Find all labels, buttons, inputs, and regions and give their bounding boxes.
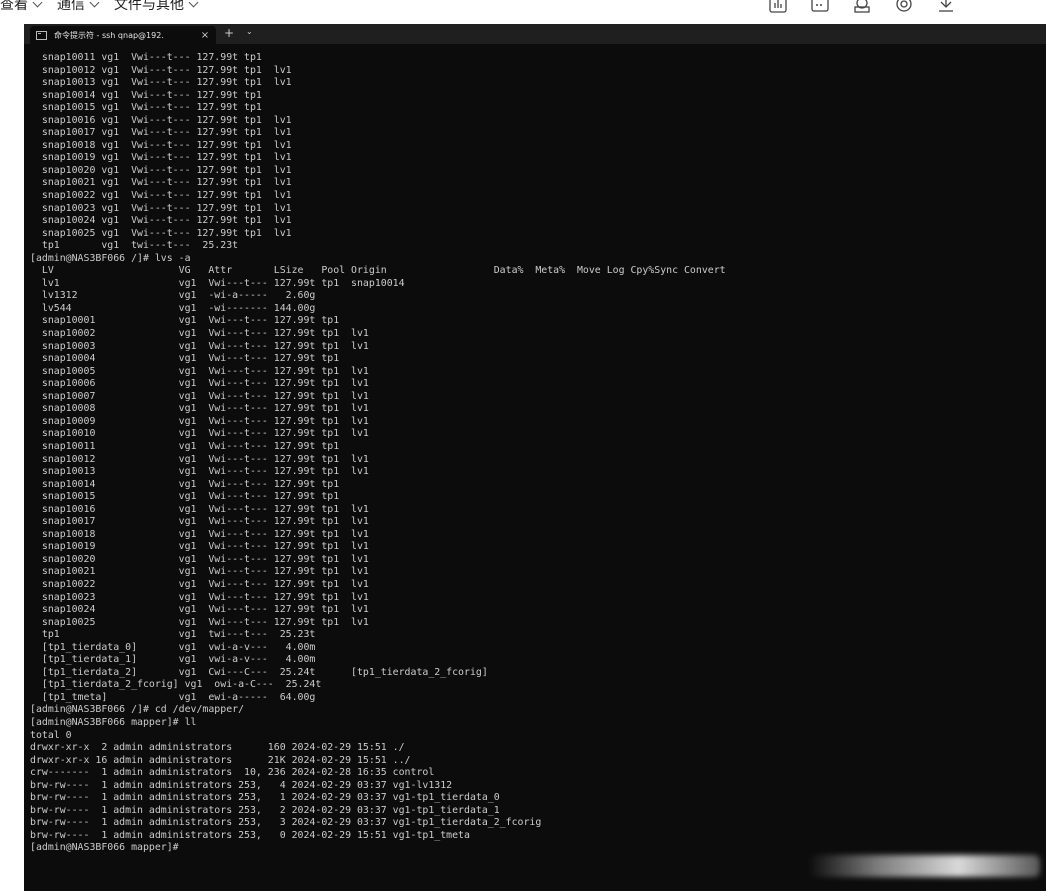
terminal-output[interactable]: snap10011 vg1 Vwi---t--- 127.99t tp1 sna… <box>30 52 1042 855</box>
terminal-line: snap10024 vg1 Vwi---t--- 127.99t tp1 lv1 <box>30 604 369 616</box>
terminal-line: snap10017 vg1 Vwi---t--- 127.99t tp1 lv1 <box>30 516 369 528</box>
menu-item-label: 文件与其他 <box>114 0 184 13</box>
terminal-line: total 0 <box>30 729 72 741</box>
terminal-line: [tp1_tmeta] vg1 ewi-a----- 64.00g <box>30 691 316 703</box>
terminal-line: snap10012 vg1 Vwi---t--- 127.99t tp1 lv1 <box>30 64 292 76</box>
terminal-line: snap10020 vg1 Vwi---t--- 127.99t tp1 lv1 <box>30 164 292 176</box>
terminal-line: snap10015 vg1 Vwi---t--- 127.99t tp1 <box>30 102 262 114</box>
chevron-down-icon <box>32 0 43 7</box>
terminal-line: snap10025 vg1 Vwi---t--- 127.99t tp1 lv1 <box>30 227 292 239</box>
terminal-line: snap10009 vg1 Vwi---t--- 127.99t tp1 lv1 <box>30 415 369 427</box>
terminal-line: snap10010 vg1 Vwi---t--- 127.99t tp1 lv1 <box>30 428 369 440</box>
user-icon[interactable] <box>852 0 872 14</box>
terminal-line: drwxr-xr-x 2 admin administrators 160 20… <box>30 742 405 754</box>
terminal-line: [tp1_tierdata_2] vg1 Cwi---C--- 25.24t [… <box>30 666 488 678</box>
terminal-icon <box>36 30 47 40</box>
menu-item-label: 查看 <box>0 0 28 13</box>
terminal-line: snap10018 vg1 Vwi---t--- 127.99t tp1 lv1 <box>30 528 369 540</box>
terminal-line: snap10018 vg1 Vwi---t--- 127.99t tp1 lv1 <box>30 139 292 151</box>
chevron-down-icon <box>188 0 199 7</box>
terminal-line: snap10013 vg1 Vwi---t--- 127.99t tp1 lv1 <box>30 77 292 89</box>
terminal-icon[interactable] <box>810 0 830 14</box>
terminal-line: [admin@NAS3BF066 mapper]# <box>30 842 179 854</box>
terminal-line: [admin@NAS3BF066 mapper]# ll <box>30 716 197 728</box>
terminal-line: lv1312 vg1 -wi-a----- 2.60g <box>30 290 316 302</box>
terminal-line: snap10024 vg1 Vwi---t--- 127.99t tp1 lv1 <box>30 215 292 227</box>
menu-item-files-and-more[interactable]: 文件与其他 <box>114 0 199 14</box>
terminal-line: LV VG Attr LSize Pool Origin Data% Meta%… <box>30 265 726 277</box>
chevron-down-icon[interactable]: ⌄ <box>246 27 253 36</box>
terminal-line: snap10012 vg1 Vwi---t--- 127.99t tp1 lv1 <box>30 453 369 465</box>
chart-icon[interactable] <box>768 0 788 14</box>
terminal-line: snap10022 vg1 Vwi---t--- 127.99t tp1 lv1 <box>30 578 369 590</box>
close-icon[interactable]: × <box>198 30 212 41</box>
terminal-line: snap10001 vg1 Vwi---t--- 127.99t tp1 <box>30 315 340 327</box>
terminal-line: snap10019 vg1 Vwi---t--- 127.99t tp1 lv1 <box>30 541 369 553</box>
redacted-watermark <box>808 855 1040 877</box>
terminal-line: snap10007 vg1 Vwi---t--- 127.99t tp1 lv1 <box>30 390 369 402</box>
menu: 查看 通信 文件与其他 <box>0 0 199 14</box>
terminal-window[interactable]: 命令提示符 - ssh qnap@192. × + ⌄ snap10011 vg… <box>24 24 1046 891</box>
chevron-down-icon <box>89 0 100 7</box>
tab-title: 命令提示符 - ssh qnap@192. <box>54 30 164 40</box>
terminal-line: snap10015 vg1 Vwi---t--- 127.99t tp1 <box>30 491 340 503</box>
terminal-line: snap10023 vg1 Vwi---t--- 127.99t tp1 lv1 <box>30 591 369 603</box>
terminal-line: snap10022 vg1 Vwi---t--- 127.99t tp1 lv1 <box>30 190 292 202</box>
terminal-line: snap10025 vg1 Vwi---t--- 127.99t tp1 lv1 <box>30 616 369 628</box>
terminal-line: snap10021 vg1 Vwi---t--- 127.99t tp1 lv1 <box>30 566 369 578</box>
terminal-line: snap10002 vg1 Vwi---t--- 127.99t tp1 lv1 <box>30 328 369 340</box>
terminal-line: brw-rw---- 1 admin administrators 253, 3… <box>30 817 542 829</box>
terminal-line: drwxr-xr-x 16 admin administrators 21K 2… <box>30 754 411 766</box>
terminal-line: snap10016 vg1 Vwi---t--- 127.99t tp1 lv1 <box>30 114 292 126</box>
terminal-line: snap10017 vg1 Vwi---t--- 127.99t tp1 lv1 <box>30 127 292 139</box>
download-icon[interactable] <box>936 0 956 14</box>
terminal-line: [tp1_tierdata_0] vg1 vwi-a-v--- 4.00m <box>30 641 316 653</box>
terminal-line: snap10014 vg1 Vwi---t--- 127.99t tp1 <box>30 478 340 490</box>
terminal-line: snap10023 vg1 Vwi---t--- 127.99t tp1 lv1 <box>30 202 292 214</box>
terminal-line: [tp1_tierdata_1] vg1 vwi-a-v--- 4.00m <box>30 654 316 666</box>
sync-icon[interactable] <box>894 0 914 14</box>
terminal-line: lv1 vg1 Vwi---t--- 127.99t tp1 snap10014 <box>30 277 405 289</box>
terminal-line: [admin@NAS3BF066 /]# cd /dev/mapper/ <box>30 704 245 716</box>
tab-ssh-session[interactable]: 命令提示符 - ssh qnap@192. × <box>30 26 216 44</box>
terminal-line: crw------- 1 admin administrators 10, 23… <box>30 767 435 779</box>
terminal-line: snap10011 vg1 Vwi---t--- 127.99t tp1 <box>30 52 262 63</box>
terminal-line: [tp1_tierdata_2_fcorig] vg1 owi-a-C--- 2… <box>30 679 322 691</box>
new-tab-button[interactable]: + <box>224 26 234 40</box>
terminal-line: snap10004 vg1 Vwi---t--- 127.99t tp1 <box>30 353 340 365</box>
terminal-line: brw-rw---- 1 admin administrators 253, 2… <box>30 804 500 816</box>
terminal-line: brw-rw---- 1 admin administrators 253, 0… <box>30 829 470 841</box>
tab-bar: 命令提示符 - ssh qnap@192. × + ⌄ <box>24 24 1046 44</box>
terminal-line: snap10016 vg1 Vwi---t--- 127.99t tp1 lv1 <box>30 503 369 515</box>
terminal-line: snap10020 vg1 Vwi---t--- 127.99t tp1 lv1 <box>30 553 369 565</box>
menu-item-communication[interactable]: 通信 <box>57 0 100 14</box>
terminal-line: snap10005 vg1 Vwi---t--- 127.99t tp1 lv1 <box>30 365 369 377</box>
terminal-line: tp1 vg1 twi---t--- 25.23t <box>30 240 239 252</box>
terminal-line: [admin@NAS3BF066 /]# lvs -a <box>30 252 191 264</box>
terminal-line: tp1 vg1 twi---t--- 25.23t <box>30 629 316 641</box>
terminal-line: snap10021 vg1 Vwi---t--- 127.99t tp1 lv1 <box>30 177 292 189</box>
terminal-line: snap10003 vg1 Vwi---t--- 127.99t tp1 lv1 <box>30 340 369 352</box>
terminal-line: snap10006 vg1 Vwi---t--- 127.99t tp1 lv1 <box>30 378 369 390</box>
terminal-line: brw-rw---- 1 admin administrators 253, 1… <box>30 792 500 804</box>
menu-item-label: 通信 <box>57 0 85 13</box>
menu-item-view[interactable]: 查看 <box>0 0 43 14</box>
terminal-line: snap10013 vg1 Vwi---t--- 127.99t tp1 lv1 <box>30 466 369 478</box>
terminal-line: lv544 vg1 -wi------- 144.00g <box>30 302 316 314</box>
terminal-line: snap10011 vg1 Vwi---t--- 127.99t tp1 <box>30 440 340 452</box>
terminal-line: snap10014 vg1 Vwi---t--- 127.99t tp1 <box>30 89 262 101</box>
terminal-line: snap10019 vg1 Vwi---t--- 127.99t tp1 lv1 <box>30 152 292 164</box>
toolbar <box>768 0 956 14</box>
terminal-line: snap10008 vg1 Vwi---t--- 127.99t tp1 lv1 <box>30 403 369 415</box>
terminal-line: brw-rw---- 1 admin administrators 253, 4… <box>30 779 453 791</box>
app-menubar: 查看 通信 文件与其他 <box>0 0 1046 22</box>
